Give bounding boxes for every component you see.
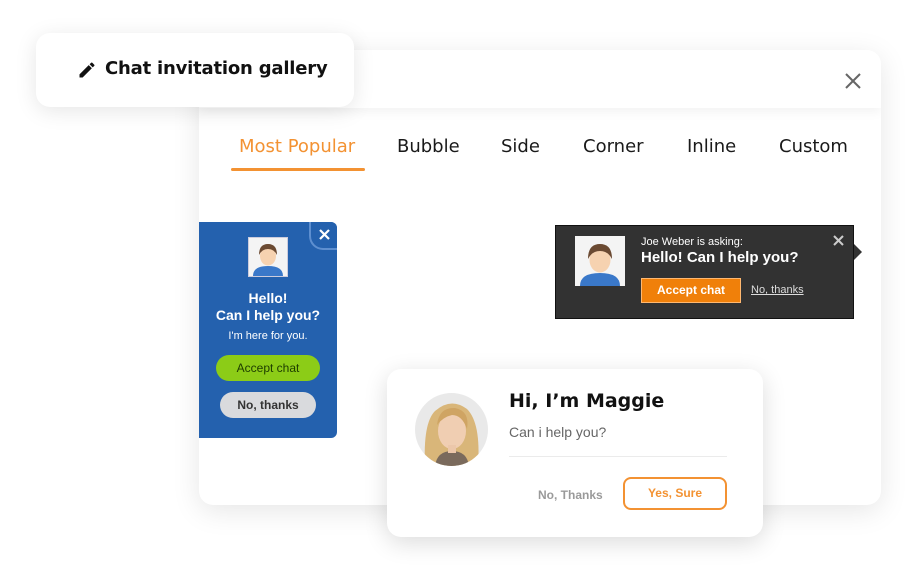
tab-inline[interactable]: Inline (687, 136, 736, 157)
tab-most-popular[interactable]: Most Popular (239, 136, 355, 157)
bubble-accept-button[interactable]: Accept chat (216, 355, 320, 381)
close-icon[interactable] (842, 70, 864, 92)
active-tab-underline (231, 168, 365, 171)
tab-bubble[interactable]: Bubble (397, 136, 460, 157)
close-icon[interactable] (832, 234, 845, 247)
popup-message: Hello! Can I help you? (641, 249, 799, 266)
bubble-heading: Hello! Can I help you? (199, 290, 337, 324)
bubble-heading-line1: Hello! (248, 290, 288, 306)
divider (509, 456, 727, 457)
agent-avatar (248, 237, 288, 277)
popup-pointer (854, 244, 862, 260)
bubble-heading-line2: Can I help you? (215, 307, 321, 323)
title-card: Chat invitation gallery (36, 33, 354, 107)
tab-corner[interactable]: Corner (583, 136, 644, 157)
close-icon (319, 229, 330, 240)
tab-custom[interactable]: Custom (779, 136, 848, 157)
agent-photo (415, 393, 488, 466)
bubble-close-button[interactable] (309, 222, 337, 250)
popup-asker: Joe Weber is asking: (641, 236, 743, 248)
avatar-icon (575, 236, 625, 286)
pencil-icon (79, 62, 95, 78)
agent-portrait-icon (415, 393, 488, 466)
card-decline-button[interactable]: No, Thanks (538, 488, 603, 502)
tab-bar: Most Popular Bubble Side Corner Inline C… (199, 136, 881, 176)
popup-accept-button[interactable]: Accept chat (641, 278, 741, 303)
card-accept-button[interactable]: Yes, Sure (623, 477, 727, 510)
popup-decline-link[interactable]: No, thanks (751, 284, 804, 296)
avatar-icon (249, 238, 287, 276)
card-subtext: Can i help you? (509, 424, 607, 440)
bubble-decline-button[interactable]: No, thanks (220, 392, 316, 418)
tab-side[interactable]: Side (501, 136, 540, 157)
agent-avatar (575, 236, 625, 286)
card-heading: Hi, I’m Maggie (509, 390, 665, 412)
bubble-subtext: I'm here for you. (228, 330, 308, 342)
gallery-title: Chat invitation gallery (105, 58, 328, 79)
